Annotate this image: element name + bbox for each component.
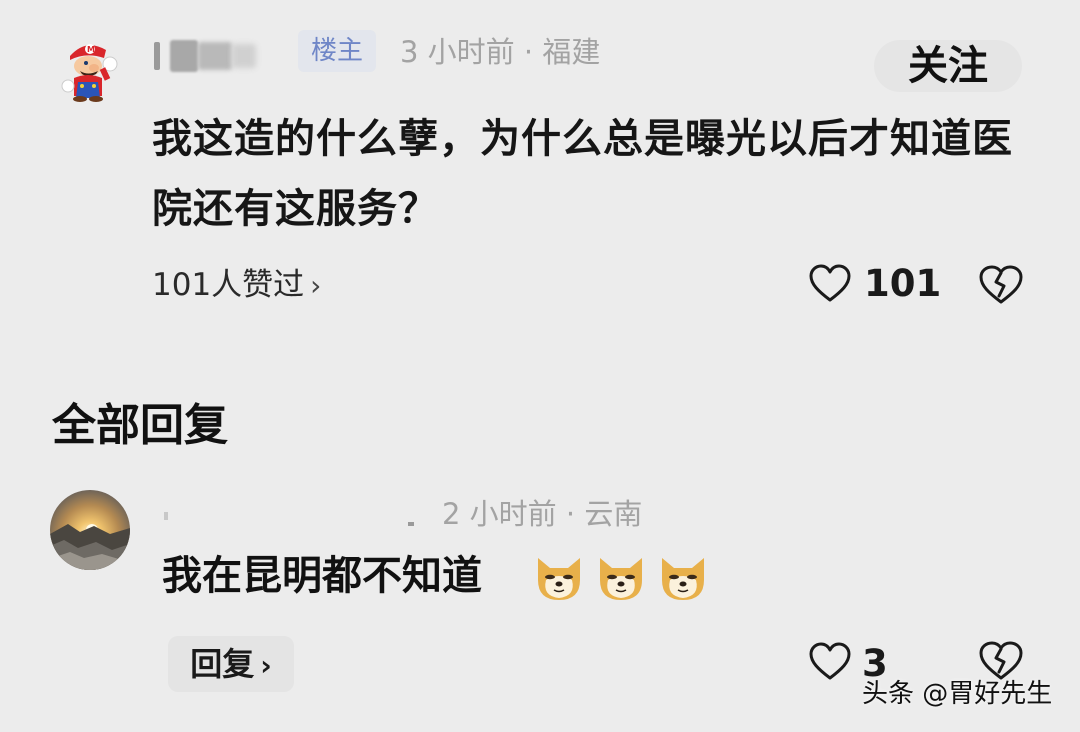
op-badge: 楼主 xyxy=(298,30,376,72)
watermark: 头条 @胃好先生 xyxy=(862,679,1053,709)
doge-emoji-icon xyxy=(532,550,586,604)
mario-avatar-icon[interactable]: M xyxy=(56,36,122,102)
doge-emoji-icon xyxy=(656,550,710,604)
svg-text:M: M xyxy=(87,45,95,54)
username-redacted[interactable] xyxy=(150,36,260,76)
doge-emoji-icon xyxy=(594,550,648,604)
likers-link[interactable]: 101人赞过 › xyxy=(152,262,321,309)
reply-button[interactable]: 回复 › xyxy=(168,636,294,692)
chevron-right-icon: › xyxy=(260,649,272,682)
heart-outline-icon[interactable] xyxy=(808,264,852,304)
reply-text: 我在昆明都不知道 xyxy=(162,553,482,599)
comment-text: 我这造的什么孽，为什么总是曝光以后才知道医院还有这服务？ xyxy=(152,116,1013,232)
likers-label: 101人赞过 xyxy=(152,267,305,303)
reply-button-label: 回复 xyxy=(190,645,255,683)
comment-meta: 3 小时前 · 福建 xyxy=(400,35,601,69)
follow-button[interactable]: 关注 xyxy=(874,40,1022,92)
broken-heart-icon[interactable] xyxy=(978,264,1024,306)
replies-section-title: 全部回复 xyxy=(52,400,228,451)
reply-username-redacted[interactable] xyxy=(162,494,422,534)
reply-meta: 2 小时前 · 云南 xyxy=(442,497,643,531)
like-count: 101 xyxy=(864,262,942,305)
heart-outline-icon[interactable] xyxy=(808,642,852,682)
sunset-landscape-avatar-icon[interactable] xyxy=(50,490,130,570)
chevron-right-icon: › xyxy=(310,269,322,302)
